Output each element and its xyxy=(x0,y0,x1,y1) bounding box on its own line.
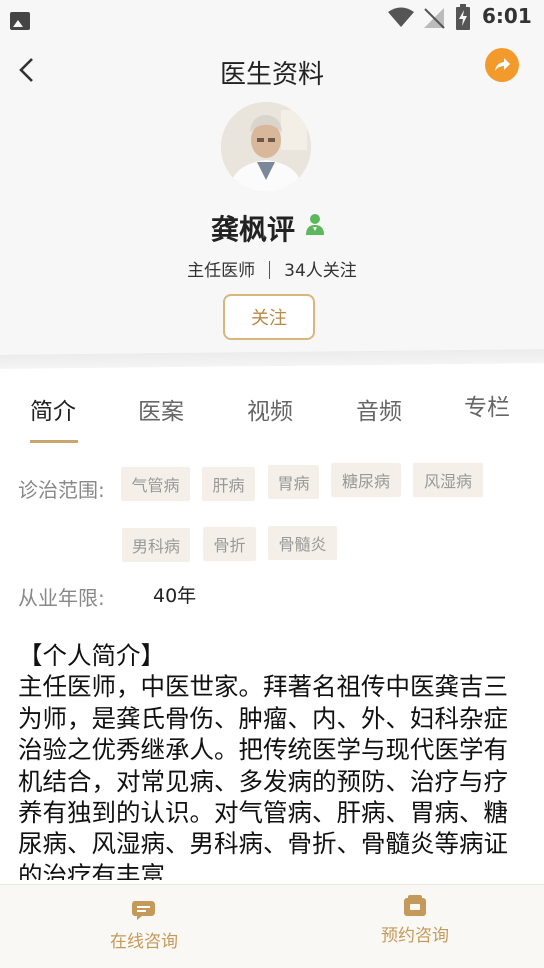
years-label: 从业年限: xyxy=(18,586,105,610)
intro-section: 【个人简介】 主任医师，中医世家。拜著名祖传中医龚吉三为师，是龚氏骨伤、肿瘤、内… xyxy=(18,640,528,880)
follow-button[interactable]: 关注 xyxy=(223,294,315,340)
bottom-action-bar: 在线咨询 预约咨询 xyxy=(0,884,544,968)
scope-tag: 肝病 xyxy=(202,467,255,501)
online-consult-button[interactable]: 在线咨询 xyxy=(84,899,204,952)
verified-doctor-icon xyxy=(306,214,324,235)
appointment-card-icon xyxy=(404,895,426,916)
years-value: 40年 xyxy=(153,585,197,607)
battery-charging-icon xyxy=(456,4,470,30)
chat-bubble-icon xyxy=(132,901,155,920)
doctor-meta: 主任医师 34人关注 xyxy=(0,256,544,281)
intro-text: 主任医师，中医世家。拜著名祖传中医龚吉三为师，是龚氏骨伤、肿瘤、内、外、妇科杂症… xyxy=(18,672,508,880)
doctor-avatar xyxy=(221,102,311,192)
online-consult-label: 在线咨询 xyxy=(110,932,178,952)
scope-tag: 风湿病 xyxy=(413,463,483,497)
tab-cases[interactable]: 医案 xyxy=(138,392,184,426)
scope-tag: 骨髓炎 xyxy=(268,526,337,560)
meta-divider xyxy=(269,261,271,279)
scope-tag: 胃病 xyxy=(268,465,319,499)
image-notification-icon xyxy=(10,12,30,30)
scope-tag: 男科病 xyxy=(122,528,190,562)
appointment-consult-button[interactable]: 预约咨询 xyxy=(355,895,475,946)
header: 医生资料 xyxy=(0,34,544,106)
scope-tag: 骨折 xyxy=(203,527,256,561)
tab-videos[interactable]: 视频 xyxy=(247,392,293,426)
scope-label: 诊治范围: xyxy=(18,478,105,502)
status-time: 6:01 xyxy=(482,4,532,28)
scope-tag: 气管病 xyxy=(121,467,190,501)
tab-audio[interactable]: 音频 xyxy=(356,392,402,426)
no-signal-icon xyxy=(424,8,445,29)
share-icon xyxy=(495,58,510,71)
active-tab-indicator xyxy=(30,440,78,443)
intro-title: 【个人简介】 xyxy=(18,641,165,670)
doctor-name: 龚枫评 xyxy=(211,213,296,246)
page-title: 医生资料 xyxy=(219,60,324,90)
tab-intro[interactable]: 简介 xyxy=(30,392,76,426)
doctor-title: 主任医师 xyxy=(187,261,256,281)
doctor-profile: 龚枫评 主任医师 34人关注 关注 xyxy=(0,102,544,356)
scope-tag: 糖尿病 xyxy=(331,463,401,497)
wifi-icon xyxy=(388,7,414,27)
follower-count: 34人关注 xyxy=(284,261,357,281)
appointment-consult-label: 预约咨询 xyxy=(381,926,449,946)
status-bar: 6:01 xyxy=(0,0,544,34)
share-button[interactable] xyxy=(485,48,519,82)
tab-bar: 简介 医案 视频 音频 专栏 xyxy=(0,372,544,452)
tab-columns[interactable]: 专栏 xyxy=(464,388,510,422)
